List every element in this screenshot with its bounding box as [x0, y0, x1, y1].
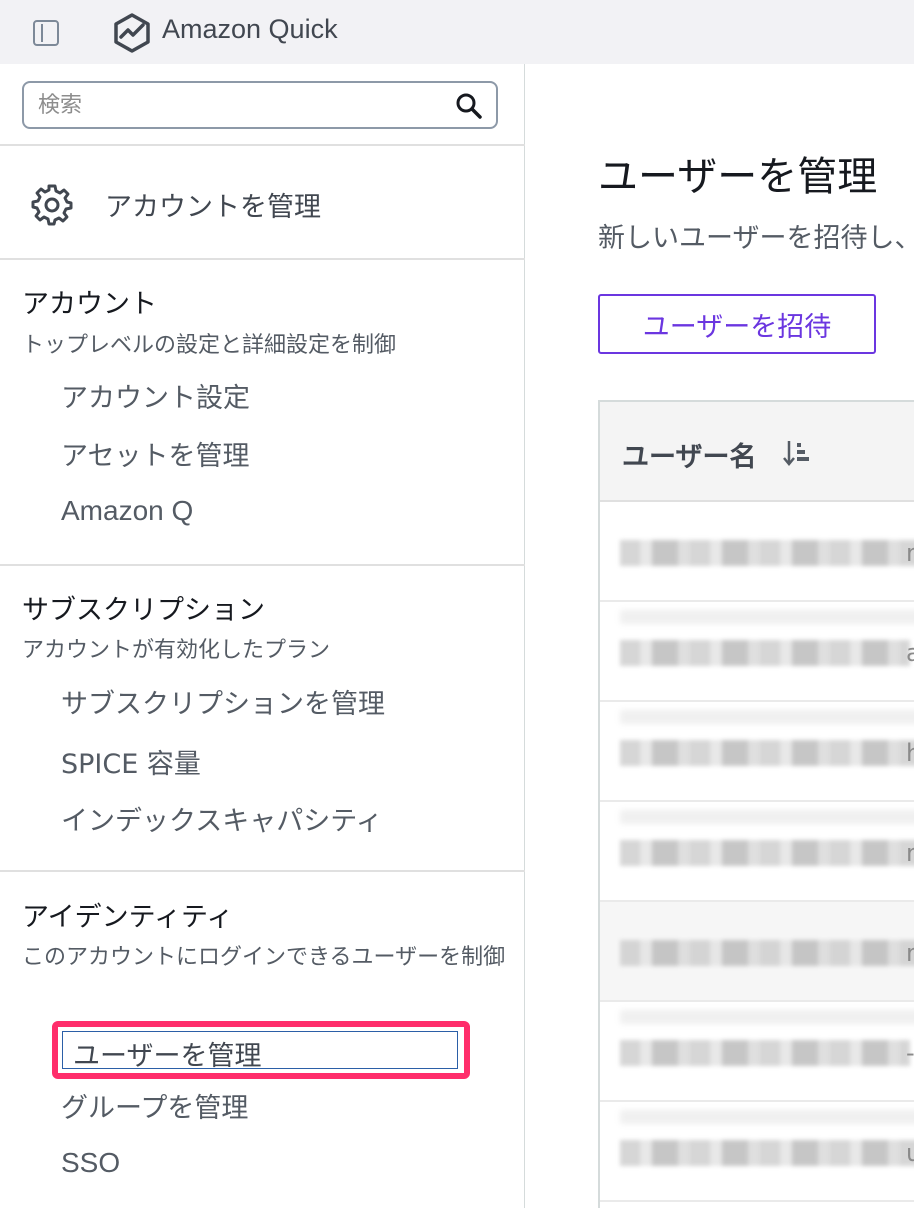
- blurred-text: [620, 710, 914, 724]
- nav-item-manage-groups[interactable]: グループを管理: [61, 1086, 248, 1125]
- row-edge-text: n: [906, 839, 914, 867]
- blurred-text: [620, 610, 914, 624]
- nav-item-index-capacity[interactable]: インデックスキャパシティ: [61, 799, 383, 838]
- manage-account-link[interactable]: アカウントを管理: [30, 179, 321, 229]
- divider: [0, 258, 525, 260]
- table-row[interactable]: m: [600, 502, 914, 602]
- blurred-username: [620, 940, 914, 966]
- search-icon[interactable]: [454, 91, 484, 121]
- divider: [0, 144, 525, 146]
- row-edge-text: a: [906, 639, 914, 667]
- blurred-username: [620, 1140, 914, 1166]
- table-row[interactable]: n: [600, 802, 914, 902]
- blurred-text: [620, 1110, 914, 1124]
- search-box[interactable]: [22, 81, 498, 129]
- main-content: ユーザーを管理 新しいユーザーを招待し、 ユーザーを招待 ユーザー名 m a: [526, 64, 914, 1208]
- section-desc-identity: このアカウントにログインできるユーザーを制御: [22, 945, 506, 970]
- table-row[interactable]: m: [600, 902, 914, 1002]
- users-table: ユーザー名 m a h n: [598, 400, 914, 1208]
- nav-item-manage-users[interactable]: ユーザーを管理: [62, 1031, 458, 1072]
- sort-descending-icon[interactable]: [783, 438, 813, 468]
- row-edge-text: u: [906, 1139, 914, 1167]
- top-bar: Amazon Quick: [0, 0, 914, 64]
- search-input[interactable]: [38, 89, 438, 121]
- page-title: ユーザーを管理: [598, 154, 878, 200]
- divider: [0, 870, 525, 872]
- table-row[interactable]: -: [600, 1002, 914, 1102]
- blurred-username: [620, 640, 910, 666]
- row-edge-text: m: [906, 539, 914, 567]
- table-header: ユーザー名: [600, 402, 914, 502]
- section-desc-account: トップレベルの設定と詳細設定を制御: [22, 333, 397, 358]
- app-title: Amazon Quick: [162, 14, 338, 44]
- section-title-subscription: サブスクリプション: [22, 595, 265, 626]
- blurred-username: [620, 740, 914, 766]
- divider: [0, 564, 525, 566]
- blurred-text: [620, 1010, 914, 1024]
- column-header-username[interactable]: ユーザー名: [622, 435, 756, 474]
- blurred-username: [620, 1040, 910, 1066]
- panel-toggle-icon[interactable]: [33, 20, 59, 46]
- nav-item-amazon-q[interactable]: Amazon Q: [61, 495, 193, 527]
- nav-item-spice-capacity[interactable]: SPICE 容量: [61, 742, 201, 781]
- blurred-text: [620, 810, 914, 824]
- section-title-account: アカウント: [22, 289, 157, 320]
- row-edge-text: -: [906, 1039, 914, 1067]
- manage-account-label: アカウントを管理: [105, 192, 321, 223]
- nav-item-manage-assets[interactable]: アセットを管理: [61, 434, 249, 473]
- gear-icon: [31, 184, 73, 226]
- nav-item-account-settings[interactable]: アカウント設定: [61, 376, 250, 415]
- table-row[interactable]: u: [600, 1102, 914, 1202]
- active-item-highlight: ユーザーを管理: [52, 1021, 470, 1079]
- nav-item-manage-users-label: ユーザーを管理: [73, 1041, 262, 1072]
- amazon-quick-logo-icon: [114, 13, 150, 53]
- table-row[interactable]: h: [600, 702, 914, 802]
- page-description: 新しいユーザーを招待し、: [598, 223, 914, 254]
- row-edge-text: h: [906, 739, 914, 767]
- blurred-username: [620, 840, 914, 866]
- nav-item-manage-subscriptions[interactable]: サブスクリプションを管理: [61, 682, 385, 721]
- section-desc-subscription: アカウントが有効化したプラン: [22, 638, 331, 663]
- row-edge-text: m: [906, 939, 914, 967]
- section-title-identity: アイデンティティ: [22, 902, 234, 933]
- invite-user-button[interactable]: ユーザーを招待: [598, 294, 876, 354]
- table-row[interactable]: a: [600, 602, 914, 702]
- nav-item-sso[interactable]: SSO: [61, 1147, 120, 1179]
- blurred-username: [620, 540, 914, 566]
